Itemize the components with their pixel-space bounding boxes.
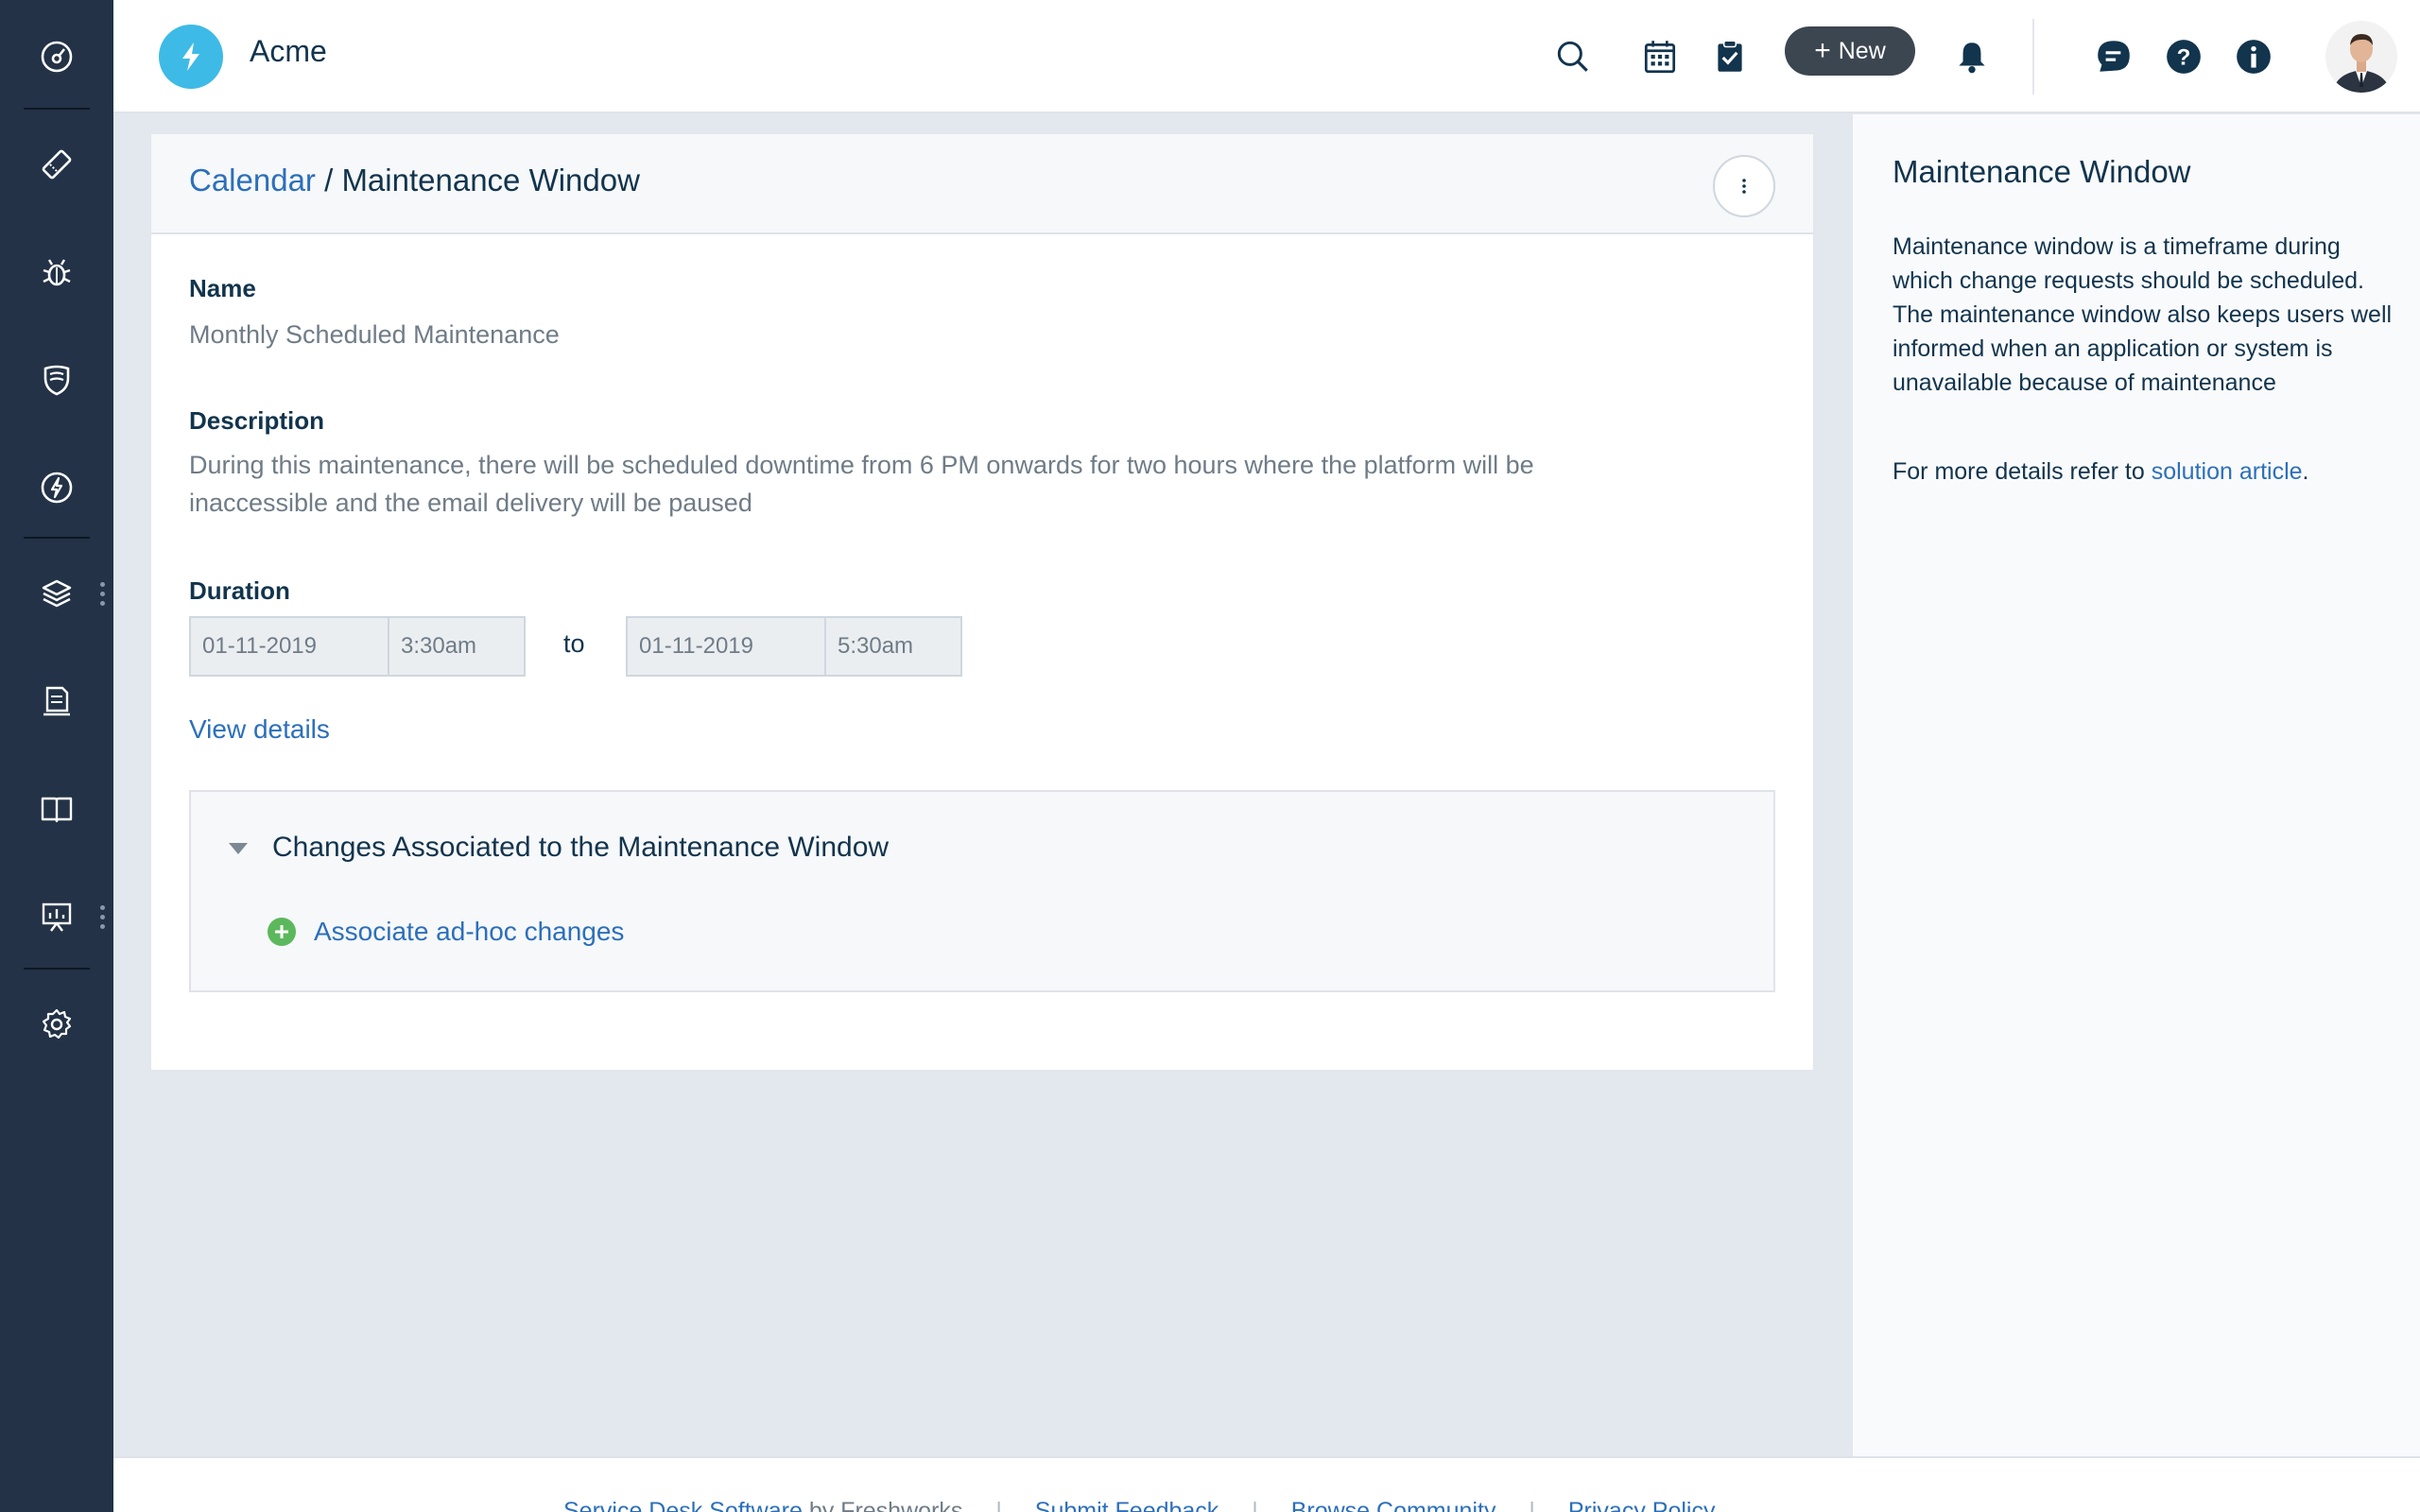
collapse-caret-icon[interactable] xyxy=(229,843,248,854)
help-icon: ? xyxy=(2167,40,2201,74)
footer-separator: | xyxy=(1529,1498,1535,1512)
document-icon xyxy=(43,686,70,716)
search-button[interactable] xyxy=(1545,28,1601,85)
description-label: Description xyxy=(189,406,325,435)
sidebar-item-changes[interactable] xyxy=(0,342,113,418)
sidebar-item-tickets[interactable] xyxy=(0,127,113,202)
help-button[interactable]: ? xyxy=(2155,28,2212,85)
footer-separator: | xyxy=(1252,1498,1258,1512)
info-button[interactable] xyxy=(2225,28,2282,85)
view-details-link[interactable]: View details xyxy=(189,714,330,745)
description-line-2: inaccessible and the email delivery will… xyxy=(189,489,752,517)
header-divider xyxy=(2032,19,2034,94)
sidebar-divider xyxy=(24,108,90,110)
plus-icon: + xyxy=(1814,35,1831,66)
bell-icon xyxy=(1959,43,1985,74)
card-header: Calendar / Maintenance Window xyxy=(151,134,1813,234)
add-circle-icon xyxy=(268,918,296,946)
breadcrumb-current: Maintenance Window xyxy=(341,163,640,198)
app-logo[interactable] xyxy=(159,25,223,89)
user-avatar[interactable] xyxy=(2325,21,2397,93)
sidebar-item-admin[interactable] xyxy=(0,987,113,1062)
start-datetime-field[interactable]: 01-11-2019 3:30am xyxy=(189,616,526,677)
help-panel-title: Maintenance Window xyxy=(1893,154,2191,189)
footer-by-text: by Freshworks xyxy=(802,1498,963,1512)
calendar-button[interactable] xyxy=(1632,28,1688,85)
calendar-icon xyxy=(1644,41,1676,74)
sidebar xyxy=(0,0,113,1512)
breadcrumb-calendar-link[interactable]: Calendar xyxy=(189,163,316,198)
sidebar-item-dashboard[interactable] xyxy=(0,19,113,94)
todo-icon xyxy=(1718,40,1742,72)
new-button-label: New xyxy=(1838,37,1886,64)
chat-icon xyxy=(2098,41,2130,72)
help-panel-body: Maintenance window is a timeframe during… xyxy=(1893,233,2393,396)
sidebar-more-dots[interactable] xyxy=(100,904,106,929)
help-panel-more: For more details refer to solution artic… xyxy=(1893,458,2308,486)
help-panel-more-prefix: For more details refer to xyxy=(1893,458,2152,485)
breadcrumb-separator: / xyxy=(324,163,334,198)
duration-label: Duration xyxy=(189,576,290,605)
more-options-button[interactable] xyxy=(1713,155,1775,217)
sidebar-item-problems[interactable] xyxy=(0,234,113,310)
solution-article-link[interactable]: solution article xyxy=(2152,458,2303,485)
footer: Service Desk Software by Freshworks | Su… xyxy=(113,1456,2420,1512)
sidebar-more-dots[interactable] xyxy=(100,581,106,606)
new-button[interactable]: + New xyxy=(1785,26,1915,76)
layers-icon xyxy=(42,579,72,608)
notifications-button[interactable] xyxy=(1944,28,2000,85)
bug-icon xyxy=(43,259,71,286)
lightning-icon xyxy=(41,472,73,504)
shield-icon xyxy=(43,365,70,396)
kebab-menu-icon xyxy=(1742,179,1746,194)
end-datetime-field[interactable]: 01-11-2019 5:30am xyxy=(626,616,962,677)
sidebar-divider xyxy=(24,537,90,539)
help-panel: Maintenance Window Maintenance window is… xyxy=(1851,114,2420,1456)
name-label: Name xyxy=(189,274,256,302)
todo-button[interactable] xyxy=(1702,28,1758,85)
svg-text:?: ? xyxy=(2177,44,2191,70)
sidebar-item-releases[interactable] xyxy=(0,450,113,525)
presentation-icon xyxy=(42,902,72,932)
sidebar-item-solutions[interactable] xyxy=(0,771,113,847)
footer-separator: | xyxy=(995,1498,1002,1512)
sidebar-item-assets[interactable] xyxy=(0,556,113,631)
gear-icon xyxy=(42,1008,72,1040)
name-value: Monthly Scheduled Maintenance xyxy=(189,320,560,349)
search-icon xyxy=(1557,41,1588,72)
footer-links: Service Desk Software by Freshworks | Su… xyxy=(563,1498,1715,1512)
footer-feedback-link[interactable]: Submit Feedback xyxy=(1035,1498,1219,1512)
lightning-logo-icon xyxy=(182,43,199,71)
footer-privacy-link[interactable]: Privacy Policy xyxy=(1568,1498,1716,1512)
associate-adhoc-changes-label: Associate ad-hoc changes xyxy=(314,917,625,946)
maintenance-window-card: Calendar / Maintenance Window Name Month… xyxy=(151,134,1813,1070)
dashboard-icon xyxy=(41,41,73,73)
footer-community-link[interactable]: Browse Community xyxy=(1291,1498,1496,1512)
breadcrumb: Calendar / Maintenance Window xyxy=(189,163,640,198)
end-time[interactable]: 5:30am xyxy=(826,618,913,675)
user-avatar-icon xyxy=(2325,21,2397,93)
sidebar-item-contracts[interactable] xyxy=(0,663,113,739)
sidebar-item-analytics[interactable] xyxy=(0,879,113,954)
app-name: Acme xyxy=(250,34,327,68)
associated-changes-title[interactable]: Changes Associated to the Maintenance Wi… xyxy=(272,832,889,864)
chat-button[interactable] xyxy=(2085,28,2142,85)
info-icon xyxy=(2237,40,2271,74)
help-panel-more-suffix: . xyxy=(2302,458,2309,485)
ticket-icon xyxy=(42,149,72,180)
end-date[interactable]: 01-11-2019 xyxy=(628,618,826,675)
start-date[interactable]: 01-11-2019 xyxy=(191,618,389,675)
start-time[interactable]: 3:30am xyxy=(389,618,476,675)
book-icon xyxy=(41,797,73,823)
description-line-1: During this maintenance, there will be s… xyxy=(189,451,1534,479)
associated-changes-section: Changes Associated to the Maintenance Wi… xyxy=(189,790,1775,992)
to-label: to xyxy=(563,629,585,658)
top-header: Acme + New ? xyxy=(113,0,2420,113)
associate-adhoc-changes-button[interactable]: Associate ad-hoc changes xyxy=(267,917,624,947)
footer-service-desk-link[interactable]: Service Desk Software xyxy=(563,1498,803,1512)
sidebar-divider xyxy=(24,968,90,970)
